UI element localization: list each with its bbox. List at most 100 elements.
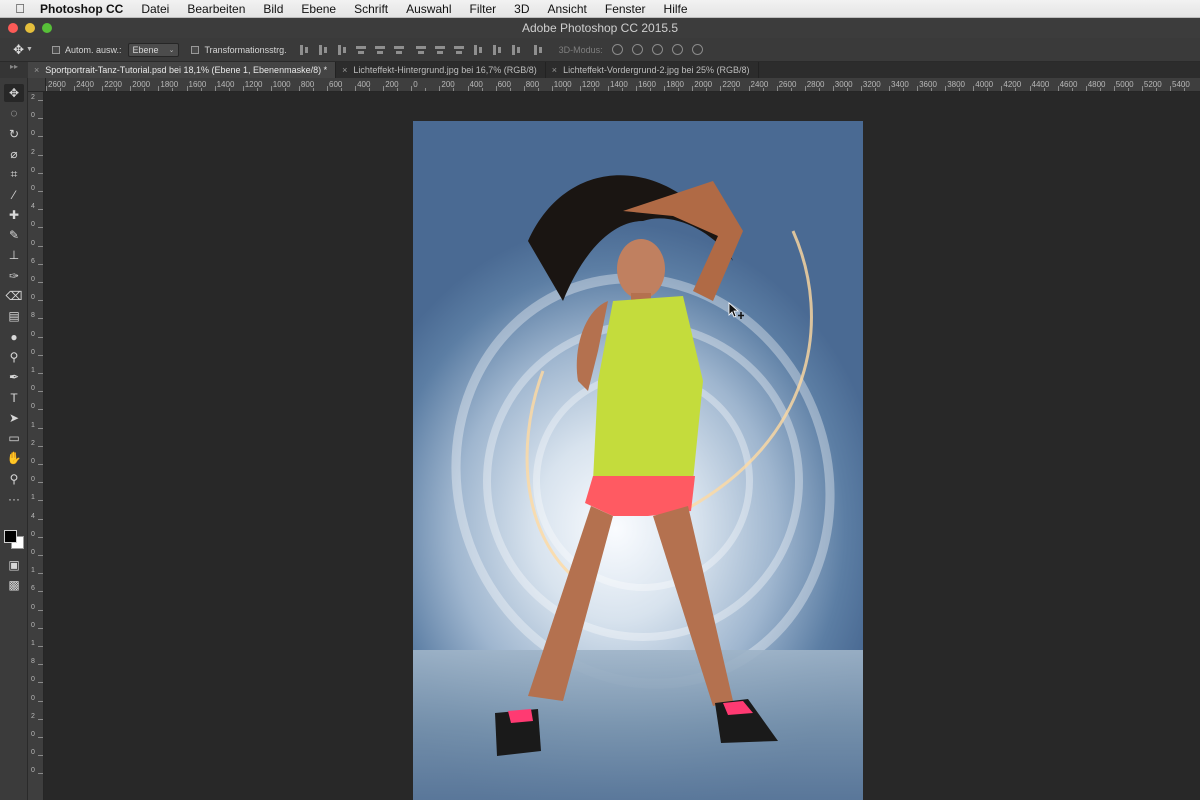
auto-align-layers-icon[interactable]: [533, 44, 543, 55]
stamp-tool-icon[interactable]: ⊥: [4, 246, 24, 264]
align-bottom-edges-icon[interactable]: [337, 44, 347, 55]
maximize-window-button[interactable]: [42, 23, 52, 33]
history-brush-tool-icon[interactable]: ✑: [4, 267, 24, 285]
ruler-label: 0: [31, 476, 35, 484]
eyedropper-tool-icon[interactable]: ⁄: [4, 186, 24, 204]
shape-tool-icon[interactable]: ▭: [4, 429, 24, 447]
dancer-photo: [495, 175, 813, 756]
crop-tool-icon[interactable]: ⌗: [4, 165, 24, 183]
3d-roll-icon[interactable]: [631, 44, 643, 55]
apple-menu-icon[interactable]: : [0, 1, 40, 16]
menu-datei[interactable]: Datei: [132, 2, 178, 16]
ruler-label: 0: [31, 112, 35, 120]
ruler-tick: [692, 86, 694, 91]
ruler-tick: [38, 755, 43, 757]
path-select-tool-icon[interactable]: ➤: [4, 409, 24, 427]
align-top-edges-icon[interactable]: [299, 44, 309, 55]
tab-lichteffekt-vordergrund[interactable]: × Lichteffekt-Vordergrund-2.jpg bei 25% …: [546, 62, 759, 78]
3d-slide-icon[interactable]: [671, 44, 683, 55]
ruler-label: 0: [31, 549, 35, 556]
ruler-tick: [38, 154, 43, 156]
3d-scale-icon[interactable]: [691, 44, 703, 55]
type-tool-icon[interactable]: T: [4, 389, 24, 407]
distribute-left-edges-icon[interactable]: [473, 44, 483, 55]
close-tab-icon[interactable]: ×: [552, 65, 557, 75]
ruler-tick: [38, 118, 43, 120]
menu-fenster[interactable]: Fenster: [596, 2, 655, 16]
toolbar-collapse-icon[interactable]: ▸▸: [0, 62, 28, 78]
ruler-tick: [102, 86, 104, 91]
foreground-color-swatch[interactable]: [4, 530, 17, 543]
menu-bearbeiten[interactable]: Bearbeiten: [178, 2, 254, 16]
distribute-bottom-edges-icon[interactable]: [453, 45, 464, 55]
ruler-label: 4: [31, 203, 35, 211]
brush-tool-icon[interactable]: ✎: [4, 226, 24, 244]
menu-bild[interactable]: Bild: [254, 2, 292, 16]
screen-mode-icon[interactable]: ▩: [4, 576, 24, 594]
horizontal-ruler[interactable]: 2600 2400 2200 2000 1800 1600 1400 1200 1000 800 6…: [46, 78, 1200, 92]
menu-photoshop[interactable]: Photoshop CC: [40, 2, 132, 16]
eraser-tool-icon[interactable]: ⌫: [4, 287, 24, 305]
quick-mask-icon[interactable]: ▣: [4, 556, 24, 574]
lasso-tool-icon[interactable]: ↻: [4, 125, 24, 143]
align-horizontal-centers-icon[interactable]: [374, 45, 385, 55]
healing-brush-tool-icon[interactable]: ✚: [4, 206, 24, 224]
blur-tool-icon[interactable]: ●: [4, 328, 24, 346]
menu-ebene[interactable]: Ebene: [292, 2, 345, 16]
tab-sportportrait[interactable]: × Sportportrait-Tanz-Tutorial.psd bei 18…: [28, 62, 337, 78]
vertical-ruler[interactable]: 2 0 0 2 0 0 4 0 0 6 0 0 8 0 0 1 0 0 1 2 0 0 1 4 0 0 1 6 0 0 1 8 0 0 2 0 0 0: [28, 92, 44, 800]
ruler-label: 4000: [975, 80, 994, 89]
dodge-tool-icon[interactable]: ⚲: [4, 348, 24, 366]
close-tab-icon[interactable]: ×: [34, 65, 39, 75]
distribute-top-edges-icon[interactable]: [415, 45, 426, 55]
ruler-tick: [917, 86, 919, 91]
ruler-label: 4400: [1031, 80, 1050, 89]
options-bar: ✥ ▼ Autom. ausw.: Ebene ⌄ Transformations…: [0, 38, 1200, 62]
3d-mode-label: 3D-Modus:: [558, 44, 603, 55]
3d-pan-icon[interactable]: [651, 44, 663, 55]
align-vertical-centers-icon[interactable]: [318, 44, 328, 55]
gradient-tool-icon[interactable]: ▤: [4, 307, 24, 325]
ruler-origin[interactable]: [28, 78, 46, 92]
close-window-button[interactable]: [8, 23, 18, 33]
ruler-tick: [214, 86, 216, 91]
ruler-tick: [38, 627, 43, 629]
menu-auswahl[interactable]: Auswahl: [397, 2, 460, 16]
distribute-horizontal-centers-icon[interactable]: [492, 44, 502, 55]
tab-lichteffekt-hintergrund[interactable]: × Lichteffekt-Hintergrund.jpg bei 16,7% …: [336, 62, 546, 78]
hand-tool-icon[interactable]: ✋: [4, 449, 24, 467]
align-right-edges-icon[interactable]: [393, 45, 404, 55]
distribute-right-edges-icon[interactable]: [511, 44, 521, 55]
ruler-tick: [38, 737, 43, 738]
zoom-tool-icon[interactable]: ⚲: [4, 470, 24, 488]
ruler-tick: [327, 86, 328, 91]
tab-label: Lichteffekt-Hintergrund.jpg bei 16,7% (R…: [353, 65, 537, 75]
quick-select-tool-icon[interactable]: ⌀: [4, 145, 24, 163]
minimize-window-button[interactable]: [25, 23, 35, 33]
menu-3d[interactable]: 3D: [505, 2, 538, 16]
move-tool-icon[interactable]: ✥: [4, 84, 24, 102]
close-tab-icon[interactable]: ×: [342, 65, 347, 75]
menu-hilfe[interactable]: Hilfe: [655, 2, 697, 16]
ruler-tick: [38, 664, 43, 666]
marquee-tool-icon[interactable]: ◌: [4, 104, 24, 122]
tool-preset-picker[interactable]: ✥ ▼: [6, 42, 40, 58]
ruler-label: 1200: [581, 80, 600, 89]
menu-ansicht[interactable]: Ansicht: [539, 2, 596, 16]
auto-select-checkbox[interactable]: [52, 45, 60, 54]
distribute-buttons: [415, 44, 521, 55]
ruler-label: 2800: [806, 80, 825, 89]
transform-controls-checkbox[interactable]: [191, 45, 200, 54]
align-left-edges-icon[interactable]: [355, 45, 366, 55]
auto-select-target-dropdown[interactable]: Ebene ⌄: [127, 42, 180, 57]
ruler-label: 2400: [750, 80, 769, 89]
document-canvas[interactable]: [413, 121, 863, 800]
pen-tool-icon[interactable]: ✒: [4, 368, 24, 386]
distribute-vertical-centers-icon[interactable]: [434, 45, 445, 55]
more-tools-icon[interactable]: ···: [4, 490, 24, 508]
ruler-tick: [38, 518, 43, 520]
menu-filter[interactable]: Filter: [460, 2, 505, 16]
menu-schrift[interactable]: Schrift: [345, 2, 397, 16]
3d-orbit-icon[interactable]: [611, 44, 623, 55]
ruler-tick: [38, 555, 43, 556]
